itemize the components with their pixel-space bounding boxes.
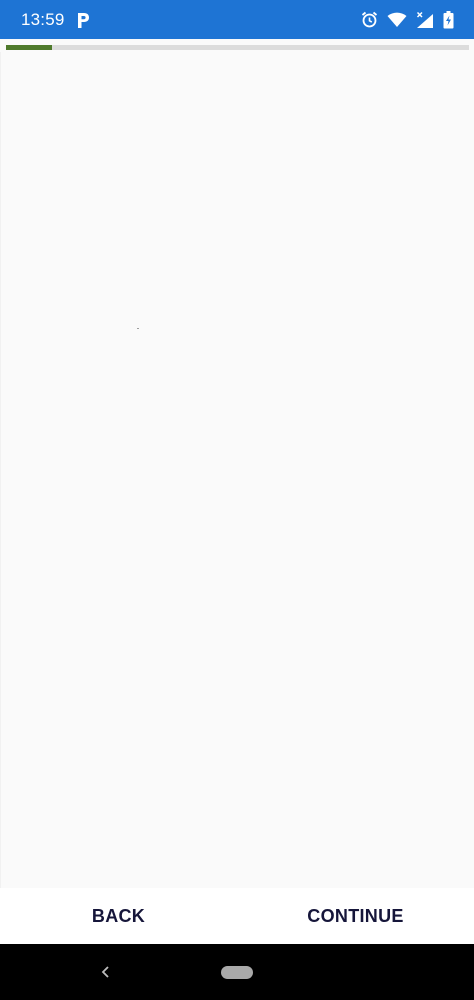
signal-icon [416,11,433,28]
bottom-actions: BACK CONTINUE [0,888,474,944]
wifi-icon [387,12,407,27]
parking-p-icon [77,12,89,28]
progress-bar [6,45,469,50]
content-speck [137,328,139,329]
back-chevron-icon[interactable] [98,963,114,981]
main-content [0,52,474,888]
status-left: 13:59 [21,10,91,30]
navigation-bar [0,944,474,1000]
progress-fill [6,45,53,50]
home-pill-icon[interactable] [221,966,253,979]
battery-charging-icon [443,10,454,28]
status-time: 13:59 [21,9,65,29]
status-bar: 13:59 [0,0,474,39]
alarm-icon [361,11,378,28]
continue-button[interactable]: CONTINUE [237,888,474,944]
back-button[interactable]: BACK [0,888,237,944]
status-right [361,10,454,29]
